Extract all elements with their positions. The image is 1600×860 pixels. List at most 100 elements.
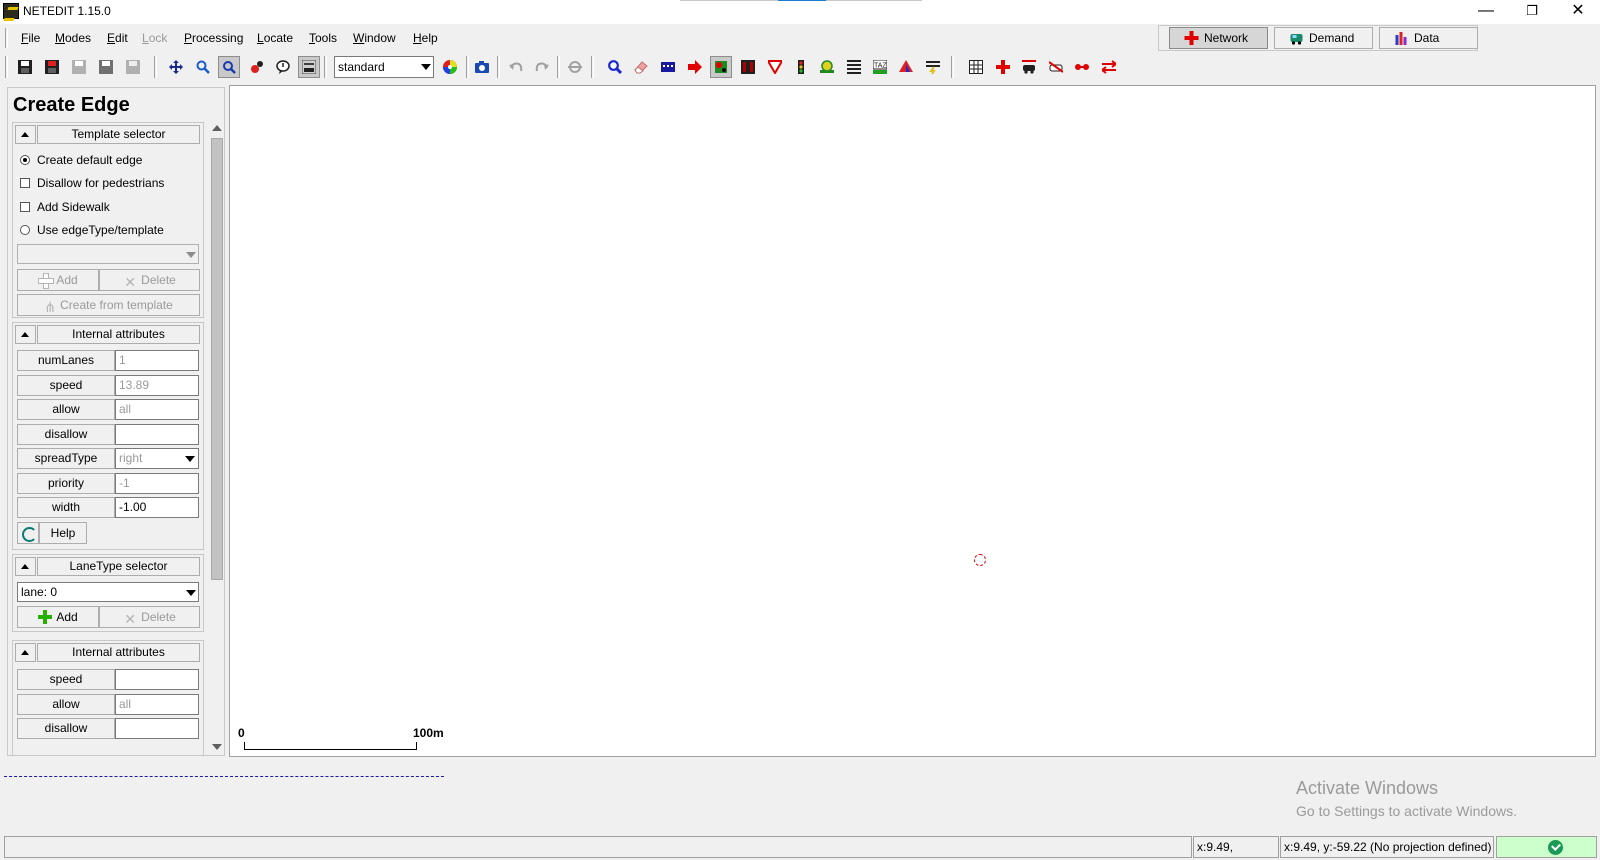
select-mode-button[interactable] [657,56,679,78]
save-data-button[interactable] [95,56,117,78]
collapse-button[interactable] [15,325,36,344]
undo-button[interactable] [505,56,527,78]
toggle-two-way-button[interactable] [1098,56,1120,78]
save-additionals-button[interactable] [41,56,63,78]
reset-icon[interactable] [17,522,39,544]
taz-mode-button[interactable]: TAZ [869,56,891,78]
attr-label-button[interactable]: speed [17,669,115,690]
inspect-lanes-button[interactable] [246,56,268,78]
delete-mode-button[interactable] [630,56,652,78]
zoom-button[interactable] [192,56,214,78]
save-meandata-button[interactable] [122,56,144,78]
menu-locate[interactable]: Locate [257,31,293,45]
additional-mode-button[interactable] [816,56,838,78]
scale-start-label: 0 [238,726,245,740]
toggle-routes-button[interactable] [1045,56,1067,78]
lane-allow-input[interactable]: all [115,694,199,715]
collapse-button[interactable] [15,557,36,576]
menu-tools[interactable]: Tools [309,31,337,45]
move-mode-button[interactable] [710,56,732,78]
save-network-button[interactable] [14,56,36,78]
spreadtype-select[interactable]: right [115,448,199,469]
attr-numlanes: numLanes 1 [17,350,199,372]
network-mode-button[interactable]: Network [1169,27,1268,49]
use-template-radio[interactable]: Use edgeType/template [20,223,200,239]
allow-input[interactable]: all [115,399,199,420]
data-mode-button[interactable]: Data [1379,27,1478,49]
lane-internal-attributes-header: Internal attributes [13,641,203,663]
screenshot-button[interactable] [471,56,493,78]
lane-speed-input[interactable] [115,669,199,690]
attr-label-button[interactable]: spreadType [17,448,115,469]
attr-label-button[interactable]: speed [17,375,115,396]
scrollbar-thumb[interactable] [211,138,223,580]
view-scheme-select[interactable]: standard [334,56,434,78]
numlanes-input[interactable]: 1 [115,350,199,371]
wire-mode-button[interactable] [922,56,944,78]
menu-lock[interactable]: Lock [142,31,167,45]
menu-toggle-button[interactable] [298,56,320,78]
lane-internal-attributes-caption: Internal attributes [37,643,200,662]
collapse-button[interactable] [15,643,36,662]
template-select[interactable] [17,244,199,264]
recenter-view-button[interactable] [165,56,187,78]
toggle-grid-button[interactable] [965,56,987,78]
save-demand-button[interactable] [68,56,90,78]
priority-input[interactable]: -1 [115,473,199,494]
lane-disallow-input[interactable] [115,718,199,739]
menu-processing[interactable]: Processing [184,31,243,45]
help-button[interactable]: Help [39,522,87,544]
prohibition-mode-button[interactable] [764,56,786,78]
collapse-button[interactable] [15,125,36,144]
demand-mode-button[interactable]: Demand [1274,27,1373,49]
tooltip-toggle-button[interactable] [272,56,294,78]
toolbar-separator [557,56,560,78]
width-input[interactable]: -1.00 [115,497,199,518]
redo-button[interactable] [531,56,553,78]
locate-button[interactable] [218,56,240,78]
create-from-template-button[interactable]: ⋔ Create from template [17,294,200,316]
menu-file[interactable]: File [21,31,40,45]
network-canvas[interactable]: 0 100m [229,85,1596,757]
disallow-input[interactable] [115,424,199,445]
menu-edit[interactable]: Edit [107,31,128,45]
restore-button[interactable]: ❐ [1509,0,1555,22]
connection-mode-button[interactable] [737,56,759,78]
attr-label-button[interactable]: numLanes [17,350,115,371]
add-template-button[interactable]: Add [17,269,99,291]
speed-input[interactable]: 13.89 [115,375,199,396]
inspect-mode-button[interactable] [604,56,626,78]
add-sidewalk-checkbox[interactable]: Add Sidewalk [20,200,200,216]
scroll-up-icon[interactable] [212,125,222,131]
create-edge-mode-button[interactable] [684,56,706,78]
menu-window[interactable]: Window [353,31,396,45]
attr-label-button[interactable]: width [17,497,115,518]
attr-label-button[interactable]: allow [17,694,115,715]
panel-scrollbar[interactable] [209,118,224,755]
disallow-pedestrians-checkbox[interactable]: Disallow for pedestrians [20,176,200,192]
menu-modes[interactable]: Modes [55,31,91,45]
delete-template-button[interactable]: ✕ Delete [99,269,200,291]
attr-label-button[interactable]: disallow [17,424,115,445]
minimize-button[interactable]: — [1463,0,1509,22]
scroll-down-icon[interactable] [212,744,222,750]
lanetype-select[interactable]: lane: 0 [17,582,199,602]
toggle-demand-elements-button[interactable] [1018,56,1040,78]
close-button[interactable]: ✕ [1555,0,1600,22]
crossing-mode-button[interactable] [843,56,865,78]
frame-title: Create Edge [13,94,130,116]
attr-label-button[interactable]: priority [17,473,115,494]
compute-junctions-button[interactable] [564,56,586,78]
delete-lanetype-button[interactable]: ✕ Delete [99,606,200,628]
shape-mode-button[interactable] [895,56,917,78]
attr-label-button[interactable]: disallow [17,718,115,739]
create-default-edge-radio[interactable]: Create default edge [20,153,200,169]
toggle-chain-button[interactable] [1071,56,1093,78]
delete-x-icon: ✕ [124,274,137,290]
add-lanetype-button[interactable]: Add [17,606,99,628]
attr-label-button[interactable]: allow [17,399,115,420]
traffic-light-mode-button[interactable] [790,56,812,78]
menu-help[interactable]: Help [413,31,438,45]
toggle-junction-shape-button[interactable] [992,56,1014,78]
color-wheel-button[interactable] [439,56,461,78]
